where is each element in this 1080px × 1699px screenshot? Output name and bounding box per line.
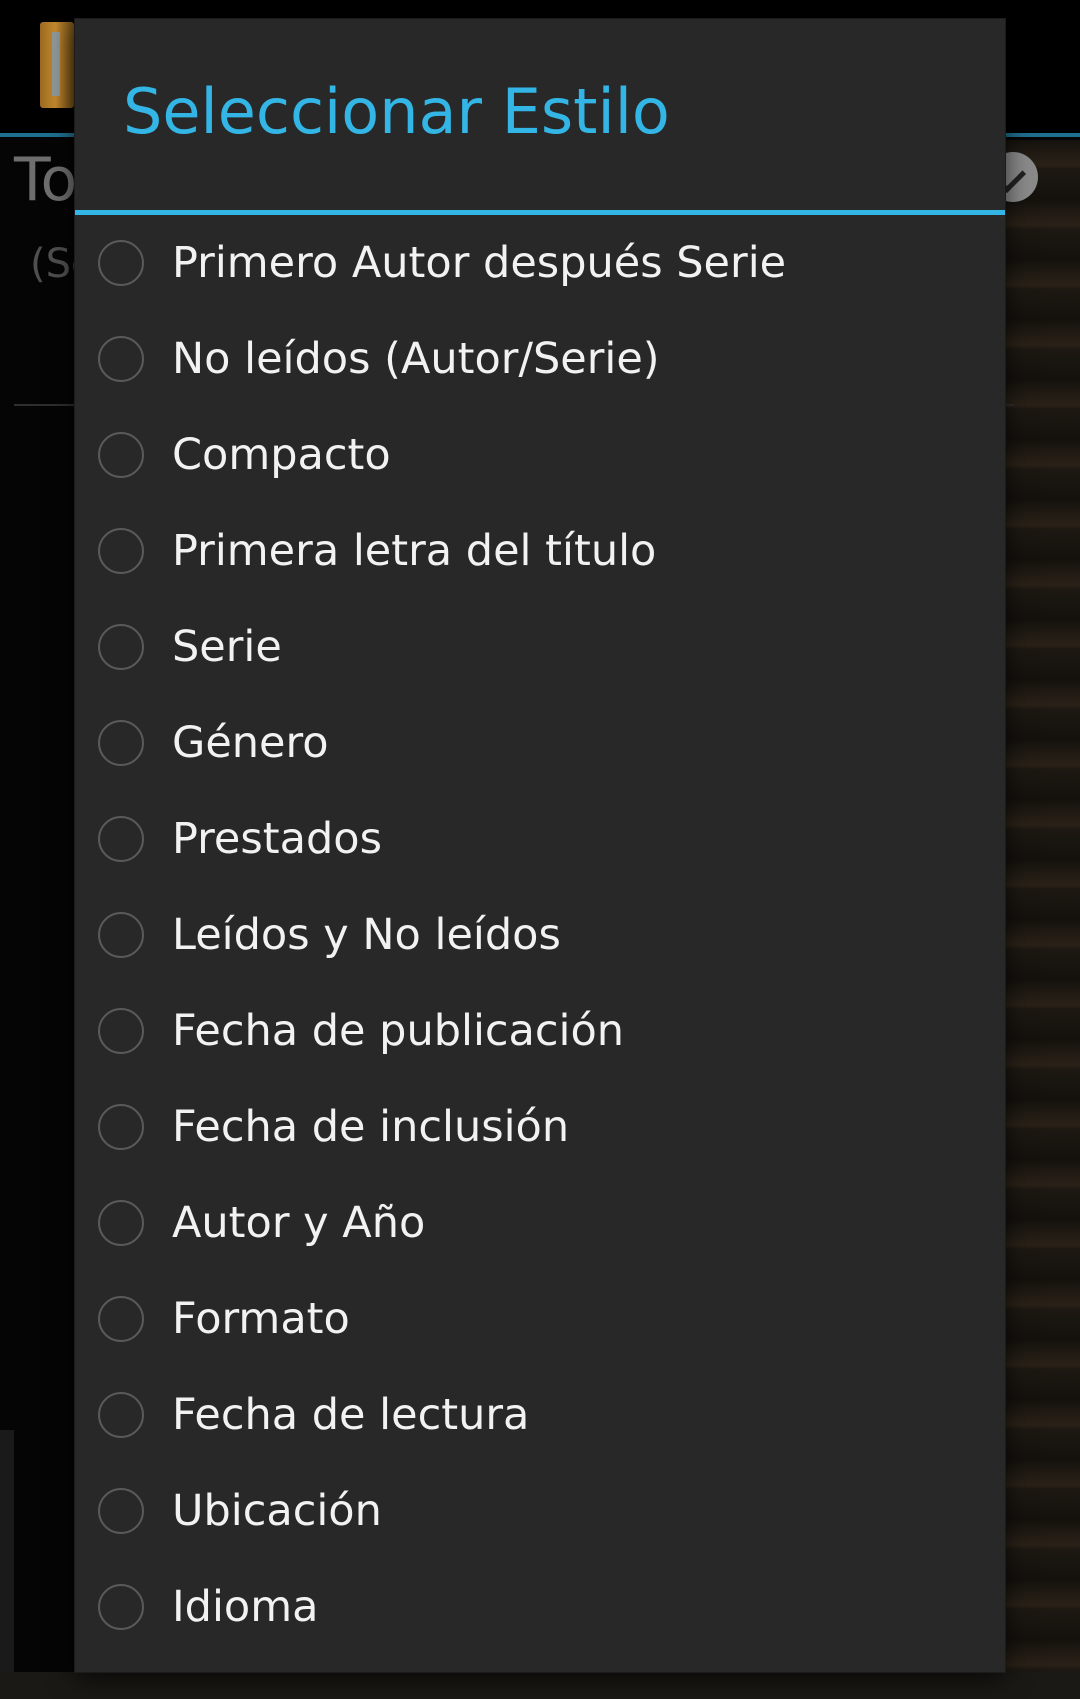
dialog-header: Seleccionar Estilo <box>75 19 1005 215</box>
style-option-label: Fecha de inclusión <box>172 1101 570 1152</box>
radio-unchecked-icon[interactable] <box>98 816 144 862</box>
style-option-label: Compacto <box>172 429 391 480</box>
style-option[interactable]: Formato <box>75 1271 1005 1367</box>
background-side-bar <box>0 1430 14 1699</box>
style-option-list: Primero Autor después Serie No leídos (Au… <box>75 215 1005 1655</box>
style-option[interactable]: Compacto <box>75 407 1005 503</box>
style-option-label: Género <box>172 717 329 768</box>
radio-unchecked-icon[interactable] <box>98 432 144 478</box>
style-option-label: Primera letra del título <box>172 525 657 576</box>
radio-unchecked-icon[interactable] <box>98 1008 144 1054</box>
radio-unchecked-icon[interactable] <box>98 528 144 574</box>
style-option-label: Idioma <box>172 1581 319 1632</box>
radio-unchecked-icon[interactable] <box>98 1584 144 1630</box>
style-option-label: Serie <box>172 621 282 672</box>
style-option-label: Prestados <box>172 813 382 864</box>
style-option-label: Fecha de publicación <box>172 1005 625 1056</box>
style-option[interactable]: Primera letra del título <box>75 503 1005 599</box>
radio-unchecked-icon[interactable] <box>98 1392 144 1438</box>
radio-unchecked-icon[interactable] <box>98 912 144 958</box>
style-option[interactable]: Idioma <box>75 1559 1005 1655</box>
bookshelf-background <box>1005 140 1080 1699</box>
radio-unchecked-icon[interactable] <box>98 1200 144 1246</box>
select-style-dialog: Seleccionar Estilo Primero Autor después… <box>75 19 1005 1672</box>
book-app-icon <box>40 22 74 108</box>
style-option-label: Formato <box>172 1293 350 1344</box>
style-option[interactable]: Primero Autor después Serie <box>75 215 1005 311</box>
radio-unchecked-icon[interactable] <box>98 624 144 670</box>
background-bottom-strip <box>0 1672 1080 1699</box>
radio-unchecked-icon[interactable] <box>98 240 144 286</box>
style-option[interactable]: Fecha de inclusión <box>75 1079 1005 1175</box>
style-option[interactable]: Leídos y No leídos <box>75 887 1005 983</box>
style-option-label: Autor y Año <box>172 1197 426 1248</box>
style-option-label: Ubicación <box>172 1485 382 1536</box>
radio-unchecked-icon[interactable] <box>98 336 144 382</box>
radio-unchecked-icon[interactable] <box>98 720 144 766</box>
style-option[interactable]: Ubicación <box>75 1463 1005 1559</box>
style-option-label: Fecha de lectura <box>172 1389 530 1440</box>
style-option[interactable]: Serie <box>75 599 1005 695</box>
style-option[interactable]: Género <box>75 695 1005 791</box>
style-option[interactable]: Autor y Año <box>75 1175 1005 1271</box>
radio-unchecked-icon[interactable] <box>98 1296 144 1342</box>
style-option-label: No leídos (Autor/Serie) <box>172 333 660 384</box>
style-option-label: Leídos y No leídos <box>172 909 561 960</box>
dialog-title: Seleccionar Estilo <box>123 75 670 148</box>
style-option[interactable]: Fecha de publicación <box>75 983 1005 1079</box>
style-option[interactable]: Fecha de lectura <box>75 1367 1005 1463</box>
style-option[interactable]: No leídos (Autor/Serie) <box>75 311 1005 407</box>
radio-unchecked-icon[interactable] <box>98 1488 144 1534</box>
style-option-label: Primero Autor después Serie <box>172 237 787 288</box>
radio-unchecked-icon[interactable] <box>98 1104 144 1150</box>
background-title: To <box>14 145 78 215</box>
style-option[interactable]: Prestados <box>75 791 1005 887</box>
